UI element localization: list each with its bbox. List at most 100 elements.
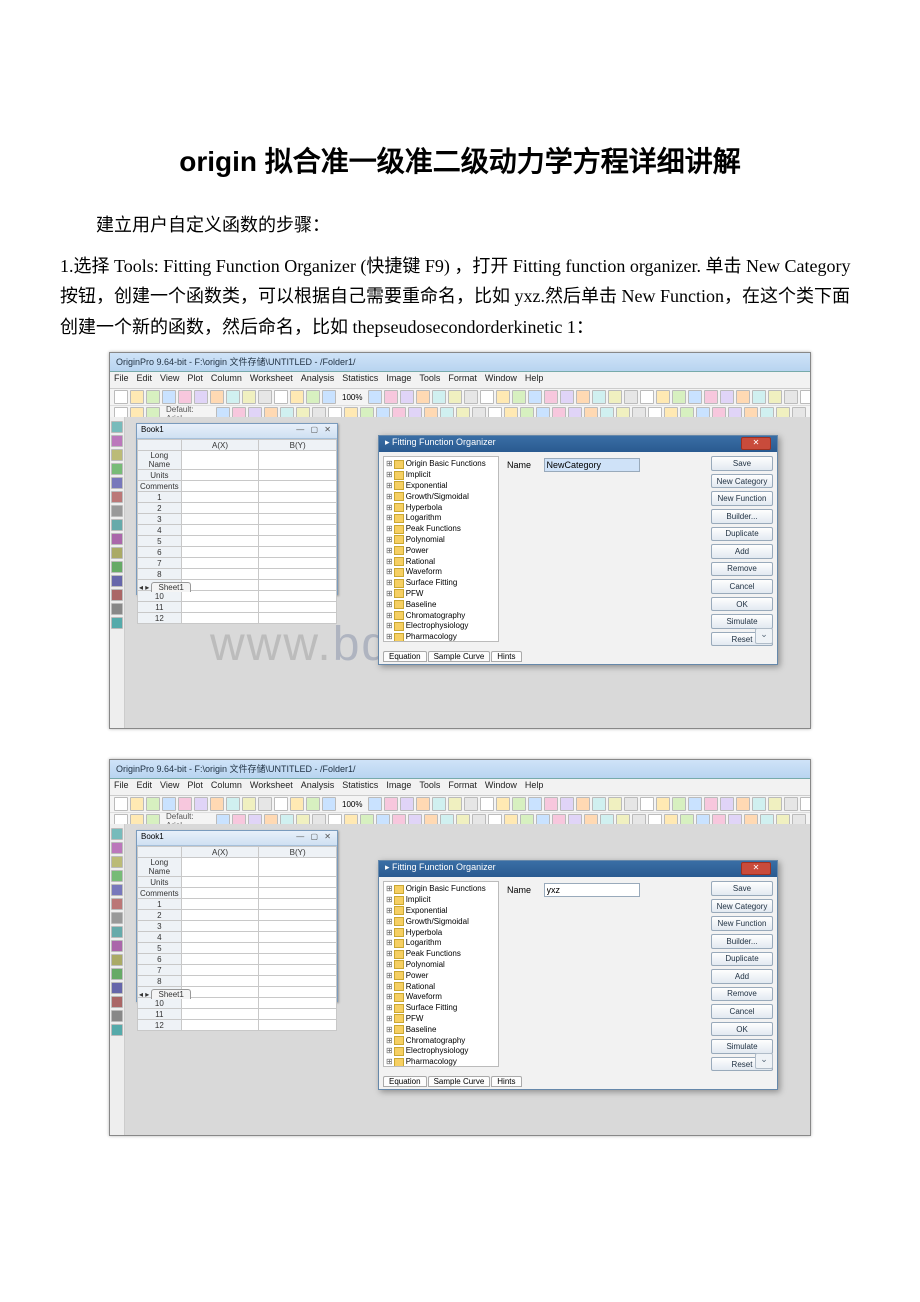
sheet-tabs[interactable]: ◂ ▸ Sheet1	[139, 582, 191, 592]
menu-help[interactable]: Help	[525, 780, 544, 790]
worksheet-grid[interactable]: A(X)B(Y)Long NameUnitsComments1234567891…	[137, 439, 337, 624]
menu-file[interactable]: File	[114, 373, 129, 383]
cancel-button[interactable]: Cancel	[711, 1004, 773, 1019]
side-tool-icon[interactable]	[111, 968, 123, 980]
menu-worksheet[interactable]: Worksheet	[250, 373, 293, 383]
menu-file[interactable]: File	[114, 780, 129, 790]
tree-node[interactable]: ⊞Origin Basic Functions	[386, 884, 496, 895]
toolbar-icon[interactable]	[720, 797, 734, 811]
side-tool-icon[interactable]	[111, 435, 123, 447]
toolbar-icon[interactable]	[146, 797, 160, 811]
toolbar-icon[interactable]	[306, 390, 320, 404]
simulate-button[interactable]: Simulate	[711, 1039, 773, 1054]
side-tool-icon[interactable]	[111, 491, 123, 503]
toolbar-icon[interactable]	[608, 797, 622, 811]
add-button[interactable]: Add	[711, 544, 773, 559]
remove-button[interactable]: Remove	[711, 562, 773, 577]
toolbar-icon[interactable]	[432, 390, 446, 404]
footer-tab-hints[interactable]: Hints	[491, 651, 521, 662]
tree-node[interactable]: ⊞Rational	[386, 557, 496, 568]
tree-node[interactable]: ⊞Baseline	[386, 1025, 496, 1036]
toolbar-icon[interactable]	[544, 390, 558, 404]
tree-node[interactable]: ⊞Exponential	[386, 906, 496, 917]
name-input[interactable]	[544, 883, 640, 897]
tree-node[interactable]: ⊞PFW	[386, 589, 496, 600]
side-tool-icon[interactable]	[111, 547, 123, 559]
duplicate-button[interactable]: Duplicate	[711, 952, 773, 967]
menu-column[interactable]: Column	[211, 780, 242, 790]
toolbar-icon[interactable]	[416, 390, 430, 404]
toolbar-icon[interactable]	[688, 797, 702, 811]
left-toolbar[interactable]	[110, 417, 125, 728]
toolbar-icon[interactable]	[480, 390, 494, 404]
side-tool-icon[interactable]	[111, 828, 123, 840]
tree-node[interactable]: ⊞PFW	[386, 1014, 496, 1025]
side-tool-icon[interactable]	[111, 603, 123, 615]
toolbar-icon[interactable]	[162, 390, 176, 404]
footer-tab-hints[interactable]: Hints	[491, 1076, 521, 1087]
menu-worksheet[interactable]: Worksheet	[250, 780, 293, 790]
tree-node[interactable]: ⊞Exponential	[386, 481, 496, 492]
menu-view[interactable]: View	[160, 780, 179, 790]
side-tool-icon[interactable]	[111, 926, 123, 938]
side-tool-icon[interactable]	[111, 996, 123, 1008]
toolbar-icon[interactable]	[768, 390, 782, 404]
app-menubar[interactable]: FileEditViewPlotColumnWorksheetAnalysisS…	[110, 779, 810, 796]
expand-icon[interactable]: ⌄	[755, 1053, 773, 1069]
save-button[interactable]: Save	[711, 881, 773, 896]
toolbar-icon[interactable]	[384, 390, 398, 404]
toolbar-icon[interactable]	[258, 797, 272, 811]
side-tool-icon[interactable]	[111, 505, 123, 517]
tree-node[interactable]: ⊞Electrophysiology	[386, 621, 496, 632]
toolbar-icon[interactable]	[640, 797, 654, 811]
toolbar-icon[interactable]	[416, 797, 430, 811]
left-toolbar[interactable]	[110, 824, 125, 1135]
window-controls-icon[interactable]: — ▢ ✕	[296, 832, 333, 844]
toolbar-icon[interactable]	[496, 390, 510, 404]
tree-node[interactable]: ⊞Surface Fitting	[386, 1003, 496, 1014]
side-tool-icon[interactable]	[111, 982, 123, 994]
toolbar-icon[interactable]	[448, 797, 462, 811]
tree-node[interactable]: ⊞Origin Basic Functions	[386, 459, 496, 470]
side-tool-icon[interactable]	[111, 519, 123, 531]
tree-node[interactable]: ⊞Rational	[386, 982, 496, 993]
toolbar-icon[interactable]	[736, 390, 750, 404]
tree-node[interactable]: ⊞Power	[386, 971, 496, 982]
menu-plot[interactable]: Plot	[187, 373, 203, 383]
side-tool-icon[interactable]	[111, 842, 123, 854]
window-controls-icon[interactable]: — ▢ ✕	[296, 425, 333, 437]
side-tool-icon[interactable]	[111, 463, 123, 475]
toolbar-icon[interactable]	[322, 797, 336, 811]
tree-node[interactable]: ⊞Logarithm	[386, 513, 496, 524]
side-tool-icon[interactable]	[111, 898, 123, 910]
ok-button[interactable]: OK	[711, 1022, 773, 1037]
toolbar-icon[interactable]	[752, 797, 766, 811]
toolbar-icon[interactable]	[242, 797, 256, 811]
toolbar-icon[interactable]	[274, 797, 288, 811]
tree-node[interactable]: ⊞Baseline	[386, 600, 496, 611]
side-tool-icon[interactable]	[111, 561, 123, 573]
menu-statistics[interactable]: Statistics	[342, 780, 378, 790]
toolbar-icon[interactable]	[226, 390, 240, 404]
menu-tools[interactable]: Tools	[419, 780, 440, 790]
toolbar-icon[interactable]	[512, 390, 526, 404]
toolbar-icon[interactable]	[560, 390, 574, 404]
close-icon[interactable]: ✕	[741, 862, 771, 875]
toolbar-icon[interactable]	[114, 797, 128, 811]
side-tool-icon[interactable]	[111, 856, 123, 868]
side-tool-icon[interactable]	[111, 940, 123, 952]
close-icon[interactable]: ✕	[741, 437, 771, 450]
tree-node[interactable]: ⊞Polynomial	[386, 535, 496, 546]
toolbar-icon[interactable]	[464, 797, 478, 811]
tree-node[interactable]: ⊞Implicit	[386, 895, 496, 906]
toolbar-icon[interactable]	[624, 797, 638, 811]
builder--button[interactable]: Builder...	[711, 509, 773, 524]
toolbar-icon[interactable]	[656, 390, 670, 404]
toolbar-icon[interactable]	[720, 390, 734, 404]
toolbar-icon[interactable]	[162, 797, 176, 811]
toolbar-icon[interactable]	[800, 797, 811, 811]
side-tool-icon[interactable]	[111, 449, 123, 461]
ok-button[interactable]: OK	[711, 597, 773, 612]
category-tree[interactable]: ⊞Origin Basic Functions⊞Implicit⊞Exponen…	[383, 881, 499, 1067]
menu-plot[interactable]: Plot	[187, 780, 203, 790]
